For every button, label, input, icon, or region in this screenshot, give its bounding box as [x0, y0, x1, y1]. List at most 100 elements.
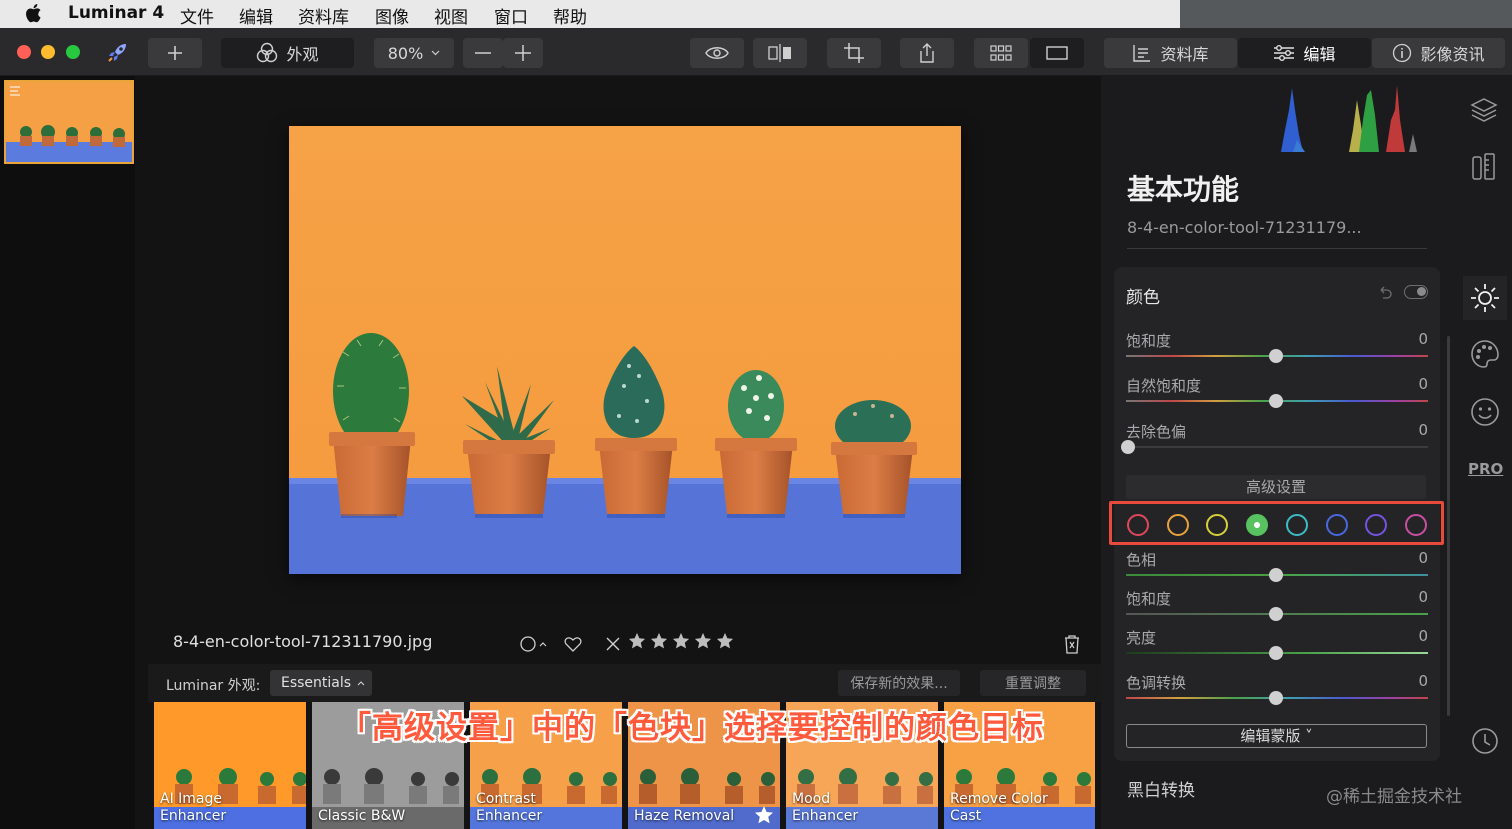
slider-knob[interactable]: [1269, 607, 1283, 621]
star-rating[interactable]: [628, 632, 734, 650]
single-view-button[interactable]: [1030, 38, 1084, 68]
save-look-button[interactable]: 保存新的效果...: [838, 670, 960, 696]
zoom-window-button[interactable]: [66, 45, 80, 59]
panel-filename: 8-4-en-color-tool-71231179...: [1127, 218, 1362, 237]
filmstrip: [0, 76, 135, 829]
undo-icon[interactable]: [1378, 285, 1392, 299]
library-tab[interactable]: 资料库: [1104, 38, 1237, 68]
bw-conversion-section[interactable]: 黑白转换: [1127, 776, 1195, 801]
main-photo[interactable]: [289, 126, 961, 574]
slider-knob[interactable]: [1269, 691, 1283, 705]
edit-mask-button[interactable]: 编辑蒙版 ˅: [1126, 724, 1427, 748]
favorite-star-icon[interactable]: [754, 805, 774, 825]
share-button[interactable]: [900, 38, 954, 68]
share-icon: [920, 43, 934, 63]
trash-icon[interactable]: [1063, 634, 1081, 654]
zoom-out-button[interactable]: [463, 38, 503, 68]
slider-knob[interactable]: [1121, 440, 1135, 454]
menu-file[interactable]: 文件: [180, 3, 214, 28]
save-look-label: 保存新的效果...: [850, 676, 948, 692]
thumbnail-image: [6, 82, 132, 162]
menu-window[interactable]: 窗口: [494, 3, 528, 28]
rating-star-icon[interactable]: [672, 632, 690, 650]
rating-star-icon[interactable]: [650, 632, 668, 650]
look-name: Remove Color Cast: [950, 791, 1048, 824]
zoom-in-button[interactable]: [503, 38, 543, 68]
color-label-icon[interactable]: [520, 636, 550, 652]
app-name-menu[interactable]: Luminar 4: [68, 3, 164, 23]
slider-knob[interactable]: [1269, 646, 1283, 660]
look-thumbnail[interactable]: AI Image Enhancer: [154, 702, 306, 829]
tool-enable-toggle[interactable]: [1404, 285, 1428, 299]
plus-icon: [515, 45, 531, 61]
luminance-slider[interactable]: 亮度 0: [1126, 627, 1428, 660]
slider-knob[interactable]: [1269, 568, 1283, 582]
add-images-button[interactable]: [148, 38, 202, 68]
color-target-magenta[interactable]: [1404, 514, 1427, 536]
menu-help[interactable]: 帮助: [553, 3, 587, 28]
palette-icon[interactable]: [1469, 338, 1501, 370]
color-target-aqua[interactable]: [1285, 514, 1308, 536]
vibrance-slider[interactable]: 自然饱和度 0: [1126, 375, 1428, 408]
slider-label: 色相: [1126, 551, 1157, 569]
slider-knob[interactable]: [1269, 394, 1283, 408]
layers-icon[interactable]: [1470, 96, 1498, 124]
watermark: @稀土掘金技术社区: [1326, 787, 1479, 807]
close-window-button[interactable]: [17, 45, 31, 59]
menu-image[interactable]: 图像: [375, 3, 409, 28]
sun-icon[interactable]: [1469, 282, 1501, 314]
compare-button[interactable]: [753, 38, 807, 68]
saturation-slider[interactable]: 饱和度 0: [1126, 330, 1428, 363]
tone-shift-slider[interactable]: 色调转换 0: [1126, 672, 1428, 705]
library-tab-label: 资料库: [1160, 45, 1209, 64]
zoom-select[interactable]: 80%: [374, 38, 454, 68]
image-thumbnail[interactable]: [4, 80, 134, 164]
face-icon[interactable]: [1469, 396, 1501, 428]
reset-adjustments-button[interactable]: 重置调整: [980, 670, 1086, 696]
pro-tools-tab[interactable]: PRO: [1468, 460, 1503, 478]
reject-icon[interactable]: [606, 637, 620, 651]
crop-icon: [844, 43, 864, 63]
compare-icon: [768, 44, 791, 62]
edit-tab[interactable]: 编辑: [1238, 38, 1371, 68]
history-icon[interactable]: [1470, 726, 1500, 756]
color-target-orange[interactable]: [1166, 514, 1189, 536]
gallery-view-button[interactable]: [974, 38, 1028, 68]
look-name: Classic B&W: [318, 808, 406, 824]
slider-value: 0: [1418, 549, 1428, 567]
color-target-green[interactable]: [1246, 514, 1269, 536]
looks-button[interactable]: 外观: [221, 38, 354, 68]
looks-circles-icon: [257, 42, 278, 63]
slider-value: 0: [1418, 330, 1428, 348]
menu-edit[interactable]: 编辑: [239, 3, 273, 28]
minimize-window-button[interactable]: [41, 45, 55, 59]
rating-star-icon[interactable]: [694, 632, 712, 650]
slider-track: [1126, 446, 1428, 448]
heart-icon[interactable]: [564, 636, 582, 652]
target-saturation-slider[interactable]: 饱和度 0: [1126, 588, 1428, 621]
apple-icon[interactable]: [25, 2, 43, 24]
menu-view[interactable]: 视图: [434, 3, 468, 28]
looks-category-select[interactable]: Essentials: [270, 670, 372, 696]
rating-star-icon[interactable]: [716, 632, 734, 650]
advanced-settings-header[interactable]: 高级设置: [1126, 475, 1426, 499]
preview-toggle-button[interactable]: [690, 38, 744, 68]
hue-slider[interactable]: 色相 0: [1126, 549, 1428, 582]
canvas-tools-icon[interactable]: [1471, 152, 1497, 182]
rocket-icon[interactable]: [106, 40, 130, 64]
slider-label: 色调转换: [1126, 674, 1187, 692]
screen-overlay-region: [1180, 0, 1512, 30]
slider-value: 0: [1418, 672, 1428, 690]
rating-star-icon[interactable]: [628, 632, 646, 650]
slider-value: 0: [1418, 375, 1428, 393]
crop-button[interactable]: [827, 38, 881, 68]
color-target-red[interactable]: [1127, 514, 1149, 536]
info-tab[interactable]: 影像资讯: [1372, 38, 1505, 68]
color-tool-title: 颜色: [1126, 288, 1160, 308]
color-target-blue[interactable]: [1325, 514, 1348, 536]
look-name: Mood Enhancer: [792, 791, 859, 824]
slider-knob[interactable]: [1269, 349, 1283, 363]
menu-library[interactable]: 资料库: [298, 3, 349, 28]
panel-scrollbar[interactable]: [1447, 336, 1450, 716]
remove-color-cast-slider[interactable]: 去除色偏 0: [1121, 421, 1428, 454]
